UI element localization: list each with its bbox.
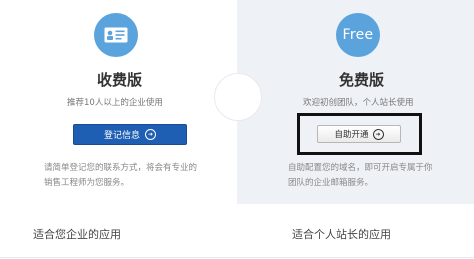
- paid-plan-title: 收费版: [97, 71, 143, 89]
- paid-desc-line2: 销售工程师为您服务。: [44, 178, 130, 188]
- paid-plan-description: 请简单登记您的联系方式，将会有专业的 销售工程师为您服务。: [44, 161, 197, 191]
- free-plan-subtitle: 欢迎初创团队，个人站长使用: [303, 98, 414, 108]
- paid-plan-panel: 收费版 推荐10人以上的企业使用 登记信息 ➜ 请简单登记您的联系方式，将会有专…: [0, 0, 237, 204]
- register-info-button[interactable]: 登记信息 ➜: [73, 124, 187, 145]
- free-plan-description: 自助配置您的域名，即可开启专属于你 团队的企业邮箱服务。: [288, 161, 433, 191]
- divider-circle: [214, 73, 262, 121]
- free-desc-line2: 团队的企业邮箱服务。: [288, 178, 374, 188]
- free-plan-title: 免费版: [339, 71, 385, 89]
- register-info-label: 登记信息: [103, 131, 140, 141]
- personal-apps-link[interactable]: 适合个人站长的应用: [292, 226, 391, 242]
- paid-desc-line1: 请简单登记您的联系方式，将会有专业的: [44, 163, 198, 173]
- paid-plan-subtitle: 推荐10人以上的企业使用: [67, 98, 163, 108]
- free-badge-icon: Free: [336, 13, 380, 57]
- arrow-right-icon: ➜: [145, 129, 156, 140]
- self-service-open-button[interactable]: 自助开通 ➜: [317, 125, 401, 143]
- free-desc-line1: 自助配置您的域名，即可开启专属于你: [288, 163, 433, 173]
- id-card-icon: [94, 13, 138, 57]
- enterprise-apps-link[interactable]: 适合您企业的应用: [33, 226, 121, 242]
- arrow-right-icon: ➜: [372, 128, 384, 140]
- self-service-open-label: 自助开通: [334, 130, 369, 140]
- free-badge-text: Free: [342, 27, 374, 43]
- bottom-divider: [0, 257, 474, 258]
